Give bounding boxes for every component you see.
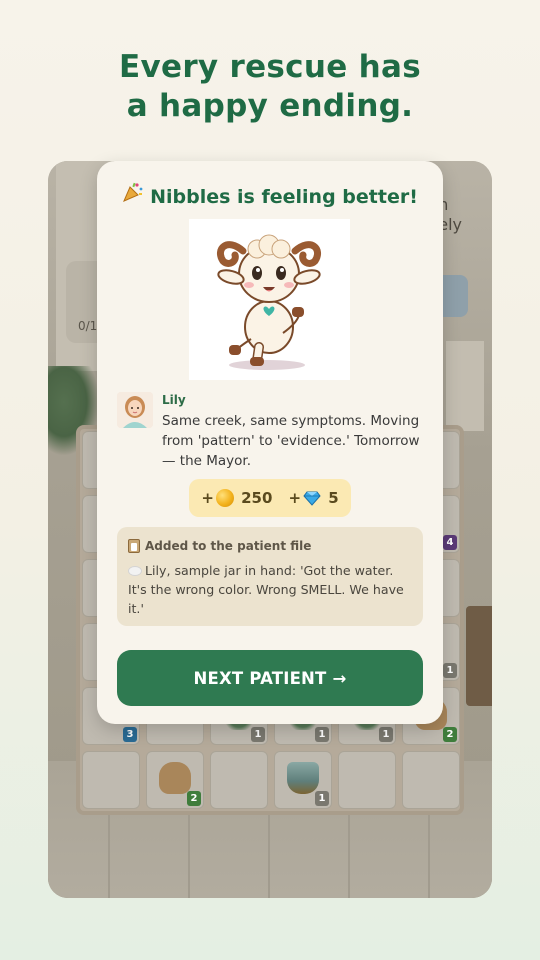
next-patient-button[interactable]: NEXT PATIENT → <box>117 650 423 706</box>
coin-reward: + 250 <box>201 489 272 507</box>
board-cell <box>82 751 140 809</box>
board-cell <box>210 751 268 809</box>
cell-count-badge: 1 <box>315 791 329 806</box>
gem-reward: + 5 <box>288 489 338 507</box>
speech-bubble-icon <box>128 566 142 576</box>
dialogue-block: Lily Same creek, same symptoms. Moving f… <box>117 390 427 470</box>
speaker-dialogue: Same creek, same symptoms. Moving from '… <box>162 413 420 469</box>
background-shelf <box>446 341 484 431</box>
board-cell <box>402 751 460 809</box>
speaker-name: Lily <box>162 393 186 407</box>
background-pot <box>466 606 492 706</box>
cell-count-badge: 4 <box>443 535 457 550</box>
cell-count-badge: 2 <box>187 791 201 806</box>
cell-count-badge: 3 <box>123 727 137 742</box>
bowl-item-icon <box>287 762 319 794</box>
patient-file-box: Added to the patient file Lily, sample j… <box>117 527 423 626</box>
coin-reward-amount: 250 <box>235 489 273 507</box>
gem-reward-plus: + <box>288 489 302 507</box>
cell-count-badge: 1 <box>379 727 393 742</box>
board-cell: 1 <box>274 751 332 809</box>
headline-line-2: a happy ending. <box>126 88 414 124</box>
patient-file-heading: Added to the patient file <box>128 539 311 553</box>
goat-character-image <box>189 219 350 380</box>
gem-icon <box>303 489 321 507</box>
clipboard-icon <box>128 539 140 553</box>
cell-count-badge: 1 <box>251 727 265 742</box>
sack-item-icon <box>159 762 191 794</box>
modal-title: Nibbles is feeling better! <box>97 181 443 208</box>
cell-count-badge: 1 <box>443 663 457 678</box>
modal-title-text: Nibbles is feeling better! <box>150 186 418 208</box>
background-counter: 0/1 <box>78 319 98 333</box>
cell-count-badge: 2 <box>443 727 457 742</box>
patient-file-heading-text: Added to the patient file <box>145 539 312 553</box>
lily-avatar <box>117 392 153 428</box>
rewards-bar: + 250 + 5 <box>189 479 351 517</box>
party-popper-icon <box>122 181 144 208</box>
coin-icon <box>215 489 234 507</box>
patient-file-text-content: Lily, sample jar in hand: 'Got the water… <box>128 563 404 616</box>
board-cell <box>338 751 396 809</box>
coin-reward-plus: + <box>201 489 214 507</box>
gem-reward-amount: 5 <box>323 489 339 507</box>
board-cell: 2 <box>146 751 204 809</box>
cell-count-badge: 1 <box>315 727 329 742</box>
headline-line-1: Every rescue has <box>119 49 421 85</box>
headline: Every rescue has a happy ending. <box>0 48 540 126</box>
patient-file-text: Lily, sample jar in hand: 'Got the water… <box>128 561 414 618</box>
recovery-modal: Nibbles is feeling better! Lily Same cre… <box>97 161 443 724</box>
